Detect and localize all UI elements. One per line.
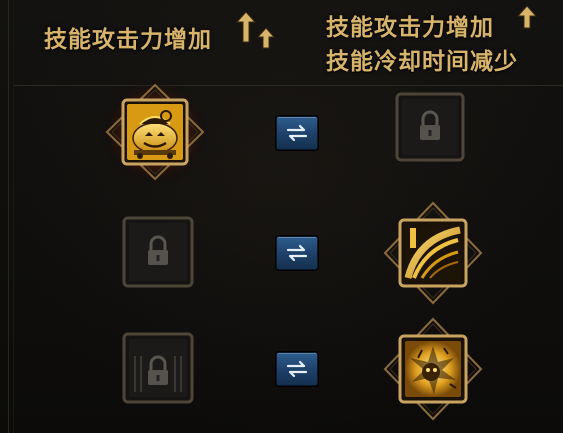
left-column-title: 技能攻击力增加 bbox=[44, 27, 212, 53]
up-arrow-icon bbox=[236, 12, 276, 49]
panel-border-left-inner bbox=[13, 0, 14, 433]
skill-slot-active[interactable] bbox=[378, 314, 488, 424]
swap-arrows-icon bbox=[286, 124, 308, 142]
swap-skill-button[interactable] bbox=[276, 352, 318, 386]
swap-skill-button[interactable] bbox=[276, 236, 318, 270]
right-column-title-line2: 技能冷却时间减少 bbox=[326, 49, 518, 75]
skill-slot-locked bbox=[395, 92, 465, 162]
up-arrow-icon bbox=[516, 6, 538, 29]
skill-tree-panel: 技能攻击力增加 技能攻击力增加 技能冷却时间减少 bbox=[0, 0, 563, 433]
swap-arrows-icon bbox=[286, 360, 308, 378]
panel-border-left bbox=[8, 0, 9, 433]
skill-slot-active[interactable] bbox=[100, 80, 210, 190]
skill-slot-locked bbox=[122, 332, 194, 404]
swap-skill-button[interactable] bbox=[276, 116, 318, 150]
skill-slot-locked bbox=[122, 216, 194, 288]
header-divider bbox=[14, 85, 563, 86]
swap-arrows-icon bbox=[286, 244, 308, 262]
right-column-title-line1: 技能攻击力增加 bbox=[326, 15, 494, 41]
skill-slot-active[interactable] bbox=[378, 198, 488, 308]
